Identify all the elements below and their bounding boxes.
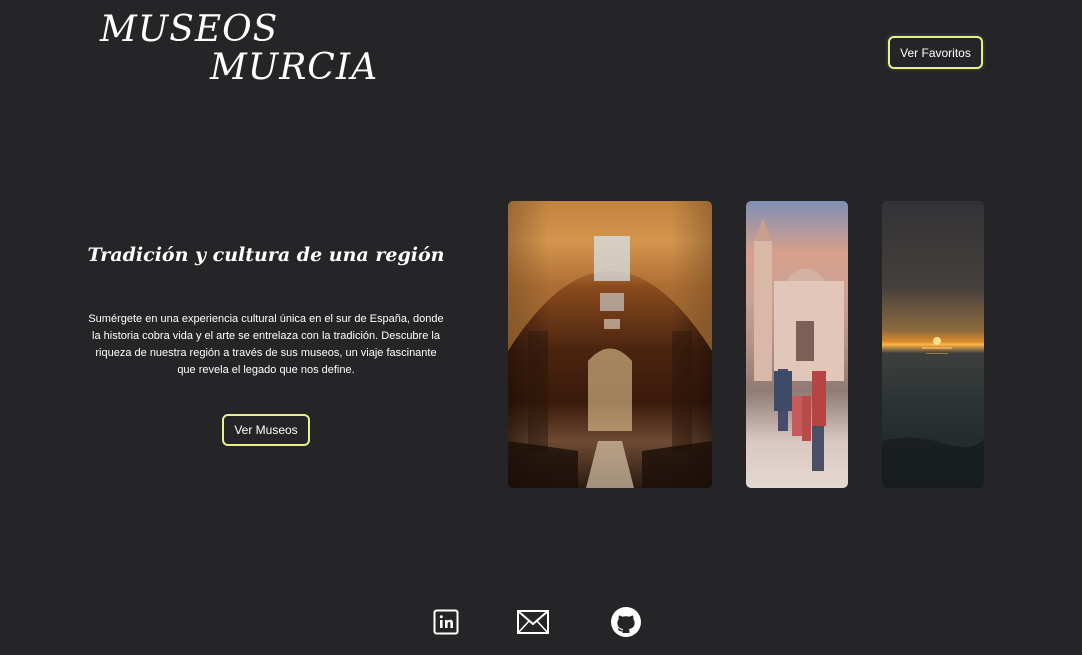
logo-line-2: MURCIA xyxy=(210,47,379,88)
museum-interior-image xyxy=(508,201,712,488)
cathedral-family-image xyxy=(746,201,848,488)
linkedin-icon[interactable] xyxy=(430,606,462,638)
footer-social-links xyxy=(0,606,1082,638)
view-favorites-button[interactable]: Ver Favoritos xyxy=(888,36,983,69)
view-museums-button[interactable]: Ver Museos xyxy=(222,414,310,446)
mail-icon[interactable] xyxy=(517,606,549,638)
sunset-sea-image xyxy=(882,201,984,488)
logo-line-1: MUSEOS xyxy=(100,9,279,50)
github-icon[interactable] xyxy=(610,606,642,638)
hero-title: Tradición y cultura de una región xyxy=(87,244,445,266)
hero-description: Sumérgete en una experiencia cultural ún… xyxy=(88,313,444,376)
site-logo[interactable]: MUSEOS MURCIA xyxy=(100,12,378,86)
